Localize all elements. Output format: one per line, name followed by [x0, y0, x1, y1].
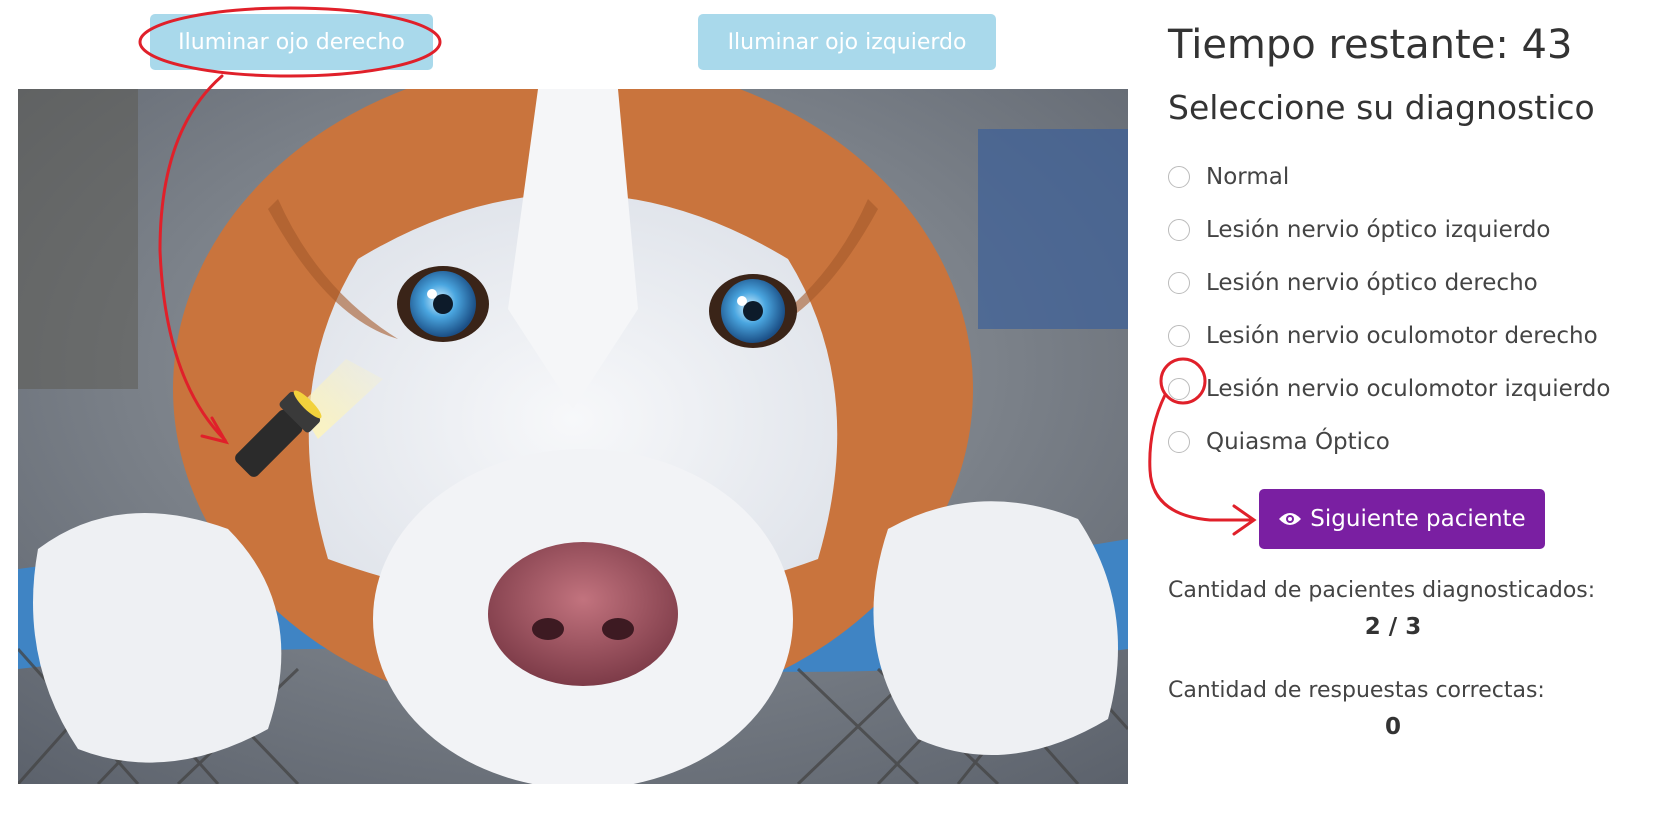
radio-button[interactable] [1168, 324, 1190, 347]
diagnosis-option-label: Lesión nervio oculomotor izquierdo [1206, 375, 1611, 402]
diagnosis-heading: Seleccione su diagnostico [1168, 88, 1595, 127]
time-remaining: Tiempo restante: 43 [1168, 22, 1573, 68]
radio-button[interactable] [1168, 377, 1190, 400]
illuminate-left-eye-button[interactable]: Iluminar ojo izquierdo [698, 14, 996, 70]
arrow-head-icon [1232, 504, 1257, 536]
radio-button[interactable] [1168, 165, 1190, 188]
diagnosis-option-normal[interactable]: Normal [1168, 150, 1610, 203]
dog-illustration [18, 89, 1128, 784]
diagnosis-option-right-oculomotor-nerve[interactable]: Lesión nervio oculomotor derecho [1168, 309, 1610, 362]
radio-button[interactable] [1168, 430, 1190, 453]
diagnosis-option-right-optic-nerve[interactable]: Lesión nervio óptico derecho [1168, 256, 1610, 309]
diagnosis-option-label: Normal [1206, 163, 1290, 190]
patient-dog-photo [18, 89, 1128, 784]
illuminate-right-eye-button[interactable]: Iluminar ojo derecho [150, 14, 433, 70]
diagnosis-option-label: Lesión nervio óptico derecho [1206, 269, 1538, 296]
diagnosed-count-value: 2 / 3 [1364, 614, 1422, 640]
diagnosis-option-optic-chiasm[interactable]: Quiasma Óptico [1168, 415, 1610, 468]
diagnosis-options: Normal Lesión nervio óptico izquierdo Le… [1168, 150, 1610, 468]
correct-answers-label: Cantidad de respuestas correctas: [1168, 678, 1545, 703]
diagnosis-option-left-oculomotor-nerve[interactable]: Lesión nervio oculomotor izquierdo [1168, 362, 1610, 415]
radio-button[interactable] [1168, 218, 1190, 241]
diagnosis-option-label: Quiasma Óptico [1206, 428, 1390, 455]
radio-button[interactable] [1168, 271, 1190, 294]
diagnosis-option-label: Lesión nervio óptico izquierdo [1206, 216, 1551, 243]
eye-icon [1279, 513, 1302, 525]
diagnosed-count-label: Cantidad de pacientes diagnosticados: [1168, 578, 1596, 603]
next-patient-button[interactable]: Siguiente paciente [1259, 489, 1545, 549]
next-patient-label: Siguiente paciente [1310, 506, 1526, 532]
diagnosis-option-left-optic-nerve[interactable]: Lesión nervio óptico izquierdo [1168, 203, 1610, 256]
correct-answers-value: 0 [1384, 714, 1401, 740]
diagnosis-option-label: Lesión nervio oculomotor derecho [1206, 322, 1598, 349]
